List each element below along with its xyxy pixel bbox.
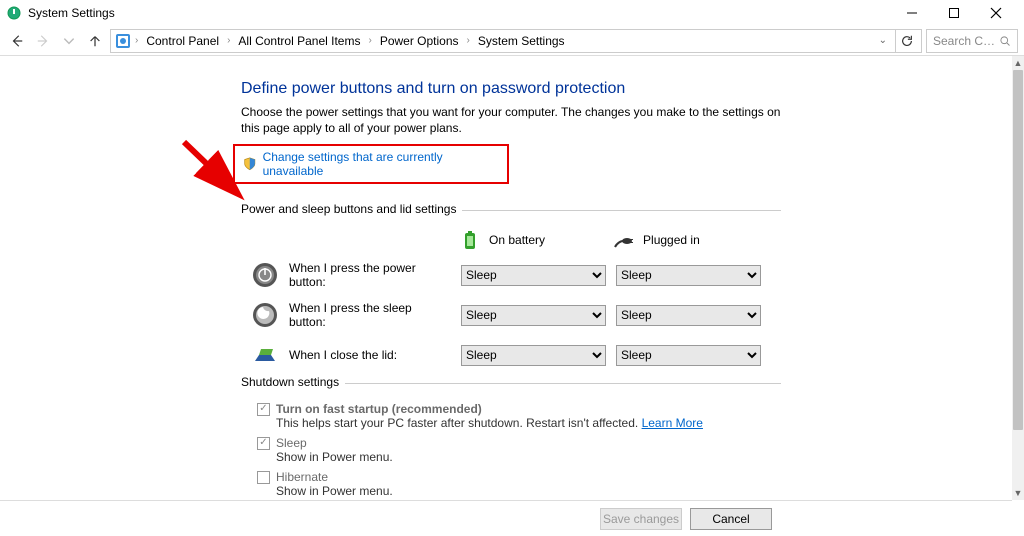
checkbox-description: Show in Power menu. <box>276 484 781 498</box>
search-placeholder: Search Co... <box>933 34 999 48</box>
page-description: Choose the power settings that you want … <box>241 104 781 136</box>
power-button-row: When I press the power button: Sleep Sle… <box>241 261 781 289</box>
chevron-right-icon: › <box>225 35 232 46</box>
shield-icon <box>243 157 257 171</box>
checkbox-label: Sleep <box>276 436 307 450</box>
refresh-button[interactable] <box>895 30 917 52</box>
checkbox-description: This helps start your PC faster after sh… <box>276 416 781 430</box>
column-header-plugged: Plugged in <box>643 233 700 247</box>
hibernate-checkbox[interactable] <box>257 471 270 484</box>
change-settings-link[interactable]: Change settings that are currently unava… <box>263 150 499 178</box>
section-legend: Shutdown settings <box>241 375 345 389</box>
nav-bar: › Control Panel › All Control Panel Item… <box>0 26 1024 56</box>
highlight-annotation: Change settings that are currently unava… <box>233 144 509 184</box>
back-button[interactable] <box>6 30 28 52</box>
save-button[interactable]: Save changes <box>600 508 682 530</box>
sleep-button-battery-select[interactable]: Sleep <box>461 305 606 326</box>
checkbox-description: Show in Power menu. <box>276 450 781 464</box>
close-button[interactable] <box>982 3 1010 23</box>
sleep-checkbox[interactable] <box>257 437 270 450</box>
address-bar[interactable]: › Control Panel › All Control Panel Item… <box>110 29 922 53</box>
checkbox-label: Hibernate <box>276 470 328 484</box>
scroll-up-button[interactable]: ▲ <box>1012 56 1024 70</box>
power-button-plugged-select[interactable]: Sleep <box>616 265 761 286</box>
breadcrumb-item[interactable]: Control Panel <box>142 34 223 48</box>
fast-startup-checkbox[interactable] <box>257 403 270 416</box>
plug-icon <box>613 229 635 251</box>
scroll-thumb[interactable] <box>1013 70 1023 430</box>
column-header-battery: On battery <box>489 233 545 247</box>
scroll-down-button[interactable]: ▼ <box>1012 486 1024 500</box>
app-icon <box>6 5 22 21</box>
fast-startup-item: Turn on fast startup (recommended) This … <box>257 402 781 430</box>
power-sleep-section: Power and sleep buttons and lid settings… <box>241 210 781 369</box>
row-label: When I close the lid: <box>289 348 451 362</box>
chevron-right-icon: › <box>465 35 472 46</box>
lid-battery-select[interactable]: Sleep <box>461 345 606 366</box>
sleep-button-row: When I press the sleep button: Sleep Sle… <box>241 301 781 329</box>
breadcrumb-item[interactable]: System Settings <box>474 34 569 48</box>
breadcrumb-item[interactable]: All Control Panel Items <box>234 34 364 48</box>
bottom-bar: Save changes Cancel <box>0 500 1012 536</box>
up-button[interactable] <box>84 30 106 52</box>
power-icon <box>251 261 279 289</box>
search-input[interactable]: Search Co... <box>926 29 1018 53</box>
forward-button[interactable] <box>32 30 54 52</box>
row-label: When I press the power button: <box>289 261 451 289</box>
cancel-button[interactable]: Cancel <box>690 508 772 530</box>
minimize-button[interactable] <box>898 3 926 23</box>
lid-plugged-select[interactable]: Sleep <box>616 345 761 366</box>
close-lid-row: When I close the lid: Sleep Sleep <box>241 341 781 369</box>
row-label: When I press the sleep button: <box>289 301 451 329</box>
window-title: System Settings <box>28 6 115 20</box>
checkbox-label: Turn on fast startup (recommended) <box>276 402 482 416</box>
title-bar: System Settings <box>0 0 1024 26</box>
scrollbar[interactable]: ▲ ▼ <box>1012 56 1024 500</box>
page-heading: Define power buttons and turn on passwor… <box>241 80 781 98</box>
power-button-battery-select[interactable]: Sleep <box>461 265 606 286</box>
recent-dropdown-icon[interactable] <box>58 30 80 52</box>
sleep-item: Sleep Show in Power menu. <box>257 436 781 464</box>
learn-more-link[interactable]: Learn More <box>642 416 703 430</box>
hibernate-item: Hibernate Show in Power menu. <box>257 470 781 498</box>
chevron-right-icon: › <box>133 35 140 46</box>
section-legend: Power and sleep buttons and lid settings <box>241 202 462 216</box>
search-icon <box>999 35 1011 47</box>
control-panel-icon <box>115 33 131 49</box>
laptop-icon <box>251 341 279 369</box>
shutdown-section: Shutdown settings Turn on fast startup (… <box>241 383 781 500</box>
chevron-right-icon: › <box>366 35 373 46</box>
breadcrumb-item[interactable]: Power Options <box>376 34 463 48</box>
chevron-down-icon[interactable]: ⌄ <box>875 35 891 46</box>
sleep-icon <box>251 301 279 329</box>
maximize-button[interactable] <box>940 3 968 23</box>
battery-icon <box>459 229 481 251</box>
sleep-button-plugged-select[interactable]: Sleep <box>616 305 761 326</box>
